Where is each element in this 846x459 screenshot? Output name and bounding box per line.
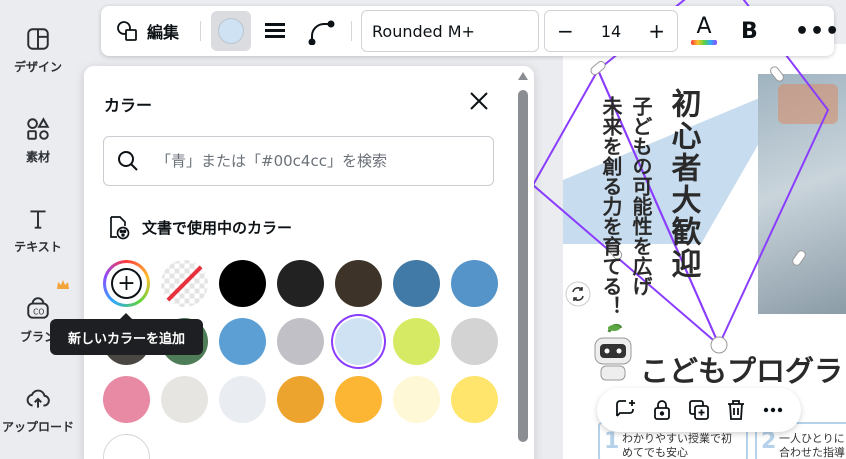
sidebar-item-design[interactable]: デザイン bbox=[0, 26, 76, 75]
color-swatch[interactable] bbox=[451, 376, 498, 423]
brand-icon: CO bbox=[27, 297, 49, 319]
color-search-input[interactable] bbox=[156, 152, 476, 170]
color-swatch[interactable] bbox=[219, 376, 266, 423]
rotate-icon[interactable] bbox=[565, 281, 591, 307]
no-color-swatch[interactable] bbox=[161, 260, 208, 307]
plus-icon: + bbox=[111, 268, 142, 299]
sidebar-item-label: 素材 bbox=[25, 150, 50, 164]
border-style-icon[interactable] bbox=[263, 19, 287, 43]
color-swatch[interactable] bbox=[277, 260, 324, 307]
panel-scrollbar[interactable] bbox=[516, 72, 530, 459]
decrease-size-button[interactable]: − bbox=[557, 19, 574, 43]
bold-button[interactable]: B bbox=[741, 6, 758, 56]
color-swatch[interactable] bbox=[161, 376, 208, 423]
corner-rounding-icon[interactable] bbox=[307, 17, 335, 45]
panel-title: カラー bbox=[104, 96, 153, 115]
feature-card-number: 1 bbox=[604, 429, 620, 454]
color-swatch[interactable] bbox=[451, 260, 498, 307]
poster-title[interactable]: こどもプログラ bbox=[640, 348, 843, 390]
crown-icon bbox=[57, 280, 69, 289]
subtitle-vertical-2[interactable]: 未来を創る力を育てる！ bbox=[599, 96, 623, 316]
headline-vertical[interactable]: 初心者大歓迎 bbox=[666, 88, 701, 280]
feature-card-number: 2 bbox=[761, 429, 777, 454]
edit-button[interactable]: 編集 bbox=[115, 6, 179, 56]
toolbar-divider bbox=[351, 21, 352, 41]
selected-color-swatch bbox=[218, 18, 244, 44]
color-panel: カラー 文書で使用中のカラー + bbox=[84, 66, 534, 459]
svg-text:CO: CO bbox=[33, 307, 44, 316]
element-quick-toolbar bbox=[597, 388, 801, 432]
scroll-up-icon[interactable] bbox=[518, 72, 528, 80]
duplicate-icon[interactable] bbox=[687, 398, 711, 422]
color-swatch[interactable] bbox=[335, 260, 382, 307]
color-swatch[interactable] bbox=[219, 260, 266, 307]
text-color-button[interactable]: A bbox=[689, 14, 719, 48]
toolbar-divider bbox=[200, 21, 201, 41]
document-palette-icon bbox=[110, 216, 130, 240]
trash-icon[interactable] bbox=[724, 398, 748, 422]
color-swatch[interactable] bbox=[335, 318, 382, 365]
edit-shapes-icon bbox=[117, 21, 137, 41]
sidebar-item-label: アップロード bbox=[1, 420, 74, 434]
scroll-thumb[interactable] bbox=[518, 90, 528, 442]
layout-icon bbox=[27, 28, 49, 50]
robot-illustration bbox=[594, 323, 632, 381]
more-options-icon[interactable] bbox=[761, 398, 785, 422]
text-color-glyph: A bbox=[696, 14, 712, 39]
sidebar-item-elements[interactable]: 素材 bbox=[0, 116, 76, 165]
color-swatch[interactable] bbox=[451, 318, 498, 365]
document-colors-header: 文書で使用中のカラー bbox=[106, 214, 292, 240]
color-swatch[interactable] bbox=[277, 318, 324, 365]
subtitle-vertical-1[interactable]: 子どもの可能性を広げ bbox=[629, 96, 653, 296]
color-swatch[interactable] bbox=[393, 376, 440, 423]
elements-icon bbox=[27, 117, 50, 140]
font-size-value[interactable]: 14 bbox=[601, 22, 621, 41]
color-swatch[interactable] bbox=[219, 318, 266, 365]
color-swatch[interactable] bbox=[103, 376, 150, 423]
increase-size-button[interactable]: + bbox=[648, 19, 665, 43]
sidebar-item-uploads[interactable]: アップロード bbox=[0, 386, 76, 435]
color-swatch[interactable] bbox=[393, 318, 440, 365]
color-search-field[interactable] bbox=[103, 136, 494, 186]
font-size-stepper: − 14 + bbox=[544, 10, 678, 52]
lock-icon[interactable] bbox=[650, 398, 674, 422]
rainbow-bar-icon bbox=[691, 40, 717, 45]
feature-card-text: 一人ひとりに合わせた指導で成長を bbox=[779, 432, 845, 459]
sidebar-item-label: デザイン bbox=[13, 60, 62, 74]
color-swatch[interactable] bbox=[393, 260, 440, 307]
add-color-button[interactable]: + bbox=[103, 260, 150, 307]
fill-color-button[interactable] bbox=[211, 11, 251, 51]
search-icon bbox=[118, 151, 138, 171]
more-button[interactable]: ••• bbox=[795, 6, 840, 56]
font-family-select[interactable]: Rounded M+ bbox=[361, 10, 539, 52]
color-swatch[interactable] bbox=[277, 376, 324, 423]
sidebar-item-text[interactable]: テキスト bbox=[0, 206, 76, 255]
edit-label: 編集 bbox=[147, 23, 180, 42]
text-icon bbox=[30, 210, 46, 229]
upload-icon bbox=[26, 389, 50, 408]
section-title: 文書で使用中のカラー bbox=[142, 218, 293, 237]
color-swatch[interactable] bbox=[103, 434, 150, 459]
comment-add-icon[interactable] bbox=[613, 398, 637, 422]
close-icon[interactable] bbox=[468, 90, 490, 112]
color-swatch[interactable] bbox=[335, 376, 382, 423]
add-color-tooltip: 新しいカラーを追加 bbox=[50, 313, 203, 355]
side-rail: デザイン 素材 テキスト CO ブラン アップロード bbox=[0, 0, 76, 459]
top-toolbar: 編集 Rounded M+ − 14 + A B ••• bbox=[101, 6, 839, 56]
feature-card-text: わかりやすい授業で初めてでも安心 bbox=[622, 432, 732, 459]
sidebar-item-label: テキスト bbox=[14, 240, 62, 254]
